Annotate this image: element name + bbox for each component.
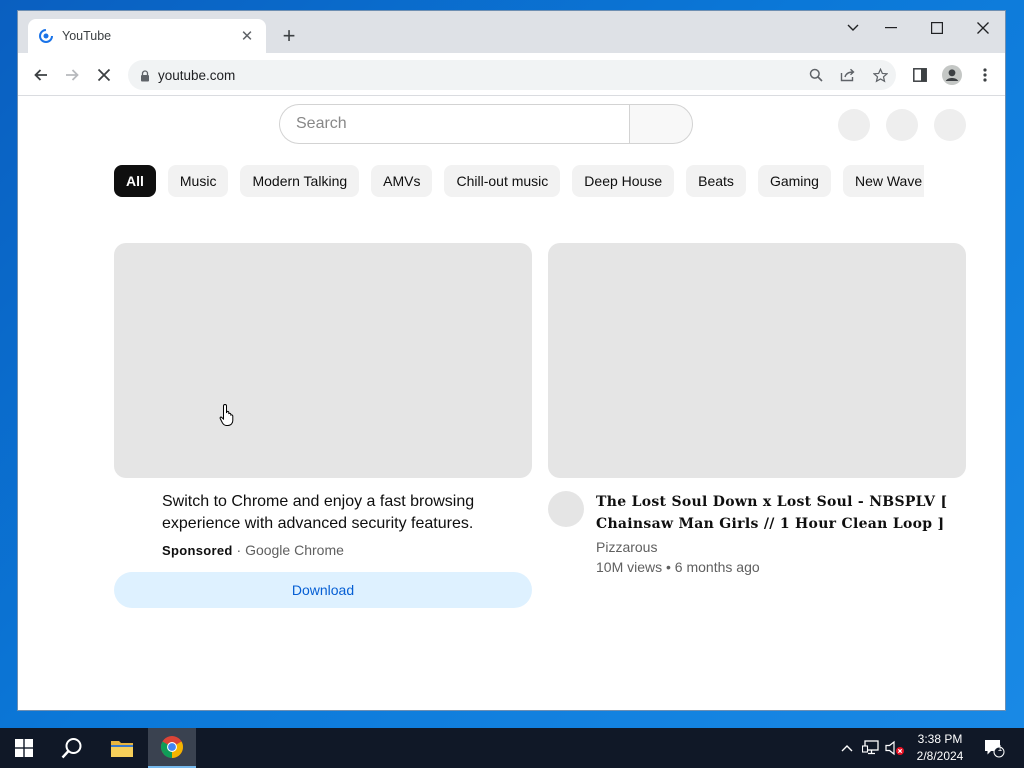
volume-muted-icon xyxy=(885,740,904,756)
system-clock[interactable]: 3:38 PM 2/8/2024 xyxy=(905,731,975,765)
show-hidden-icons-button[interactable] xyxy=(837,738,857,758)
ad-meta: Sponsored · Google Chrome xyxy=(162,542,532,558)
chip-modern-talking[interactable]: Modern Talking xyxy=(240,165,360,197)
chip-music[interactable]: Music xyxy=(167,165,229,197)
avatar[interactable] xyxy=(934,109,966,141)
windows-logo-icon xyxy=(15,739,33,757)
close-icon xyxy=(977,22,989,34)
tab-youtube[interactable]: YouTube ✕ xyxy=(28,19,266,53)
start-button[interactable] xyxy=(0,728,48,768)
ad-thumbnail[interactable] xyxy=(114,243,532,478)
download-button[interactable]: Download xyxy=(114,572,532,608)
chip-chill-out-music[interactable]: Chill-out music xyxy=(444,165,561,197)
share-icon[interactable] xyxy=(832,60,864,90)
sponsored-label: Sponsored xyxy=(162,543,233,558)
search-bar xyxy=(279,104,693,144)
arrow-left-icon xyxy=(34,69,47,81)
url-text: youtube.com xyxy=(158,67,236,83)
address-bar[interactable]: youtube.com xyxy=(128,60,896,90)
close-icon xyxy=(97,68,111,82)
folder-icon xyxy=(111,741,133,757)
ad-title[interactable]: Switch to Chrome and enjoy a fast browsi… xyxy=(162,491,502,535)
maximize-button[interactable] xyxy=(914,14,960,42)
chevron-up-icon xyxy=(841,745,853,752)
side-panel-button[interactable] xyxy=(907,62,933,88)
video-title[interactable]: The Lost Soul Down x Lost Soul - NBSPLV … xyxy=(596,491,956,535)
chip-new-wave[interactable]: New Wave xyxy=(842,165,924,197)
video-info: The Lost Soul Down x Lost Soul - NBSPLV … xyxy=(548,491,966,575)
search-taskbar-button[interactable] xyxy=(48,728,96,768)
search-input[interactable] xyxy=(279,104,629,144)
browser-window: YouTube ✕ + youtube.com Search All Music… xyxy=(17,10,1006,711)
side-panel-icon xyxy=(913,68,927,82)
chip-beats[interactable]: Beats xyxy=(686,165,746,197)
chrome-logo-icon xyxy=(161,736,183,758)
menu-button[interactable] xyxy=(972,62,998,88)
header-button-placeholder[interactable] xyxy=(838,109,870,141)
volume-button[interactable] xyxy=(885,738,905,758)
search-icon xyxy=(61,738,82,759)
meta-separator: · xyxy=(236,542,242,558)
minimize-icon xyxy=(885,27,897,29)
taskbar: 3:38 PM 2/8/2024 1 xyxy=(0,728,1024,768)
video-thumbnail[interactable] xyxy=(548,243,966,478)
chip-amvs[interactable]: AMVs xyxy=(371,165,433,197)
chip-deep-house[interactable]: Deep House xyxy=(572,165,675,197)
ad-card: Switch to Chrome and enjoy a fast browsi… xyxy=(114,243,532,608)
bookmark-star-icon[interactable] xyxy=(864,60,896,90)
loading-favicon-icon xyxy=(38,28,54,44)
lock-icon xyxy=(140,69,150,82)
close-window-button[interactable] xyxy=(960,14,1005,42)
maximize-icon xyxy=(931,22,943,34)
back-button[interactable] xyxy=(27,61,55,89)
zoom-search-icon[interactable] xyxy=(800,60,832,90)
chip-gaming[interactable]: Gaming xyxy=(757,165,831,197)
channel-avatar[interactable] xyxy=(548,491,584,527)
browser-toolbar: youtube.com xyxy=(18,53,1005,96)
profile-avatar-icon xyxy=(942,65,962,85)
youtube-page: All Music Modern Talking AMVs Chill-out … xyxy=(18,97,1005,710)
stop-loading-button[interactable] xyxy=(90,61,118,89)
new-tab-button[interactable]: + xyxy=(276,24,302,50)
chevron-down-icon xyxy=(847,24,859,31)
file-explorer-button[interactable] xyxy=(98,728,146,768)
action-center-button[interactable]: 1 xyxy=(982,738,1006,758)
video-stats: 10M views • 6 months ago xyxy=(596,559,760,575)
video-card: The Lost Soul Down x Lost Soul - NBSPLV … xyxy=(548,243,966,575)
tab-title: YouTube xyxy=(62,29,112,43)
forward-button[interactable] xyxy=(58,61,86,89)
network-icon xyxy=(862,740,879,755)
advertiser-name: Google Chrome xyxy=(245,542,344,558)
hand-pointer-icon xyxy=(219,403,234,426)
channel-name[interactable]: Pizzarous xyxy=(596,539,956,555)
profile-button[interactable] xyxy=(939,62,965,88)
clock-date: 2/8/2024 xyxy=(916,749,964,763)
category-chips: All Music Modern Talking AMVs Chill-out … xyxy=(114,165,924,197)
search-button[interactable] xyxy=(629,104,693,144)
kebab-menu-icon xyxy=(983,68,987,82)
chip-all[interactable]: All xyxy=(114,165,156,197)
header-button-placeholder[interactable] xyxy=(886,109,918,141)
video-text: The Lost Soul Down x Lost Soul - NBSPLV … xyxy=(596,491,956,575)
tab-strip: YouTube ✕ + xyxy=(18,11,1005,53)
chrome-taskbar-button[interactable] xyxy=(148,728,196,768)
clock-time: 3:38 PM xyxy=(917,732,963,746)
minimize-button[interactable] xyxy=(868,14,914,42)
tab-close-icon[interactable]: ✕ xyxy=(238,27,256,45)
arrow-right-icon xyxy=(66,69,79,81)
network-button[interactable] xyxy=(861,738,881,758)
notification-count: 1 xyxy=(997,744,1003,753)
